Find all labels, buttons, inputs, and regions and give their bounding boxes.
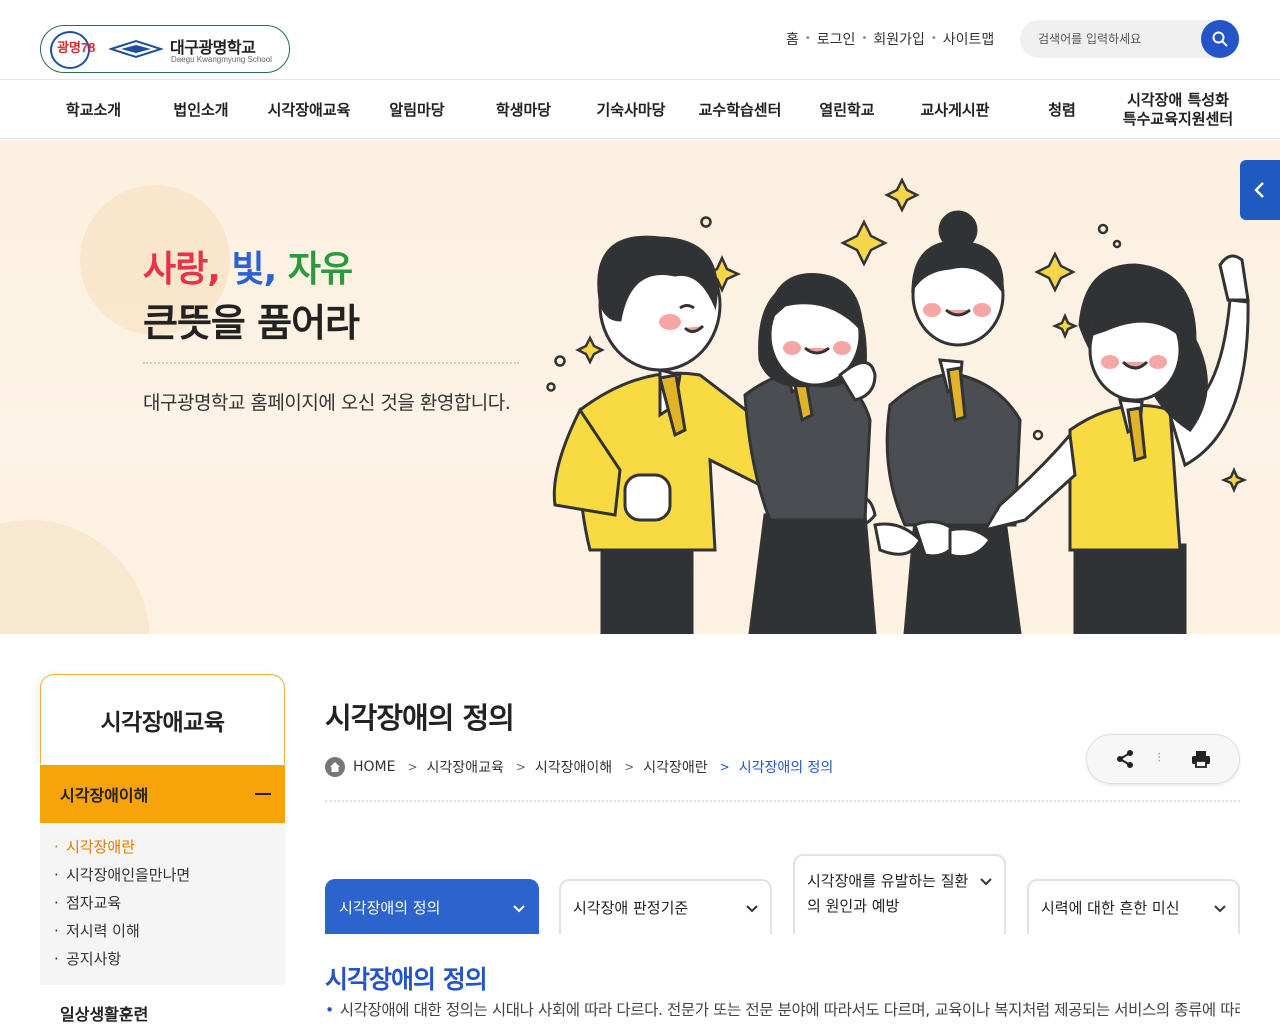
bullet-icon: • [325, 1001, 334, 1019]
lnb-item-label: 시각장애이해 [60, 786, 149, 805]
school-logo[interactable]: 광명78 대구광명학교 Daegu Kwangmyung School [40, 25, 290, 73]
hero-title: 큰뜻을 품어라 [143, 301, 360, 345]
print-icon[interactable] [1191, 750, 1211, 768]
school-name-english: Daegu Kwangmyung School [171, 55, 272, 64]
breadcrumb-current: 시각장애의 정의 [738, 760, 834, 776]
hero-slogan: 사랑, 빛, 자유 [143, 240, 353, 292]
gnb-item-learning-center[interactable]: 교수학습센터 [686, 81, 794, 139]
lnb-title: 시각장애교육 [40, 674, 285, 764]
gnb-item-school-intro[interactable]: 학교소개 [40, 81, 147, 139]
gnb-item-students[interactable]: 학생마당 [471, 81, 576, 139]
slogan-word-freedom: 자유 [287, 249, 353, 290]
tab-label: 시각장애의 정의 [339, 899, 441, 917]
anniversary-badge-text: 광명78 [57, 40, 96, 55]
body-paragraph: • 시각장애에 대한 정의는 시대나 사회에 따라 다르다. 전문가 또는 전문 … [325, 998, 1240, 1020]
lnb-subitem-label: 저시력 이해 [66, 922, 140, 940]
breadcrumb-item[interactable]: 시각장애이해 [535, 757, 612, 777]
breadcrumb-item[interactable]: 시각장애교육 [427, 757, 504, 777]
breadcrumb: HOME > 시각장애교육 > 시각장애이해 > 시각장애란 > 시각장애의 정… [325, 756, 833, 778]
bullet-icon: · [54, 866, 59, 884]
chevron-left-icon [1254, 182, 1264, 198]
chevron-right-icon: > [719, 760, 730, 774]
chevron-right-icon: > [515, 760, 526, 774]
content-divider [325, 800, 1240, 802]
gnb-item-dormitory[interactable]: 기숙사마당 [576, 81, 686, 139]
util-link-join[interactable]: 회원가입 [867, 29, 931, 49]
school-emblem-icon [109, 39, 163, 59]
lnb-subitem-notice[interactable]: · 공지사항 [54, 948, 121, 969]
bullet-icon: · [54, 922, 59, 940]
breadcrumb-home[interactable]: HOME [353, 759, 395, 775]
util-link-login[interactable]: 로그인 [811, 29, 862, 49]
lnb-subitem-braille[interactable]: · 점자교육 [54, 892, 121, 913]
search-icon [1212, 31, 1228, 47]
tab-label: 시력에 대한 흔한 미신 [1041, 899, 1180, 917]
util-link-home[interactable]: 홈 [780, 29, 805, 49]
slogan-comma: , [263, 249, 278, 290]
breadcrumb-item[interactable]: 시각장애란 [643, 757, 707, 777]
bullet-icon: · [54, 838, 59, 856]
quick-menu-toggle[interactable] [1240, 160, 1280, 220]
body-text: 시각장애에 대한 정의는 시대나 사회에 따라 다르다. 전문가 또는 전문 분… [339, 1001, 1240, 1019]
hero-divider [143, 362, 519, 364]
lnb-item-visual-understanding[interactable]: 시각장애이해 [40, 765, 285, 823]
util-link-sitemap[interactable]: 사이트맵 [937, 29, 1001, 49]
gnb-item-integrity[interactable]: 청렴 [1010, 81, 1114, 139]
gnb-item-open-school[interactable]: 열린학교 [794, 81, 900, 139]
tab-causes-prevention[interactable]: 시각장애를 유발하는 질환의 원인과 예방 [793, 854, 1006, 934]
search-button[interactable] [1201, 20, 1239, 58]
collapse-icon [255, 793, 271, 795]
chevron-down-icon [513, 905, 525, 913]
gnb-item-teacher-board[interactable]: 교사게시판 [900, 81, 1010, 139]
search-input[interactable] [1038, 29, 1188, 49]
lnb-subitem-label: 시각장애란 [66, 838, 136, 856]
site-header: 광명78 대구광명학교 Daegu Kwangmyung School 홈 • … [0, 0, 1280, 80]
lnb-subitem-label: 시각장애인을만나면 [66, 866, 191, 884]
chevron-down-icon [980, 878, 992, 886]
section-title: 시각장애의 정의 [325, 965, 488, 994]
lnb-item-daily-living[interactable]: 일상생활훈련 [60, 1001, 148, 1025]
slogan-word-love: 사랑 [143, 249, 208, 290]
students-illustration [546, 177, 1250, 634]
chevron-right-icon: > [407, 760, 418, 774]
utility-links: 홈 • 로그인 • 회원가입 • 사이트맵 [780, 29, 1000, 49]
tab-label: 시각장애 판정기준 [573, 899, 689, 917]
lnb-submenu: · 시각장애란 · 시각장애인을만나면 · 점자교육 · 저시력 이해 · 공지사항 [40, 823, 285, 985]
hero-welcome-text: 대구광명학교 홈페이지에 오신 것을 환영합니다. [143, 392, 511, 414]
tab-label: 시각장애를 유발하는 질환의 원인과 예방 [807, 872, 969, 915]
page-title: 시각장애의 정의 [325, 701, 515, 735]
slogan-word-light: 빛 [231, 249, 264, 290]
gnb-item-notice[interactable]: 알림마당 [363, 81, 471, 139]
chevron-down-icon [1214, 905, 1226, 913]
tab-definition[interactable]: 시각장애의 정의 [325, 879, 539, 934]
divider-dots: ⁝ [1157, 750, 1162, 766]
gnb-item-foundation[interactable]: 법인소개 [147, 81, 255, 139]
lnb-subitem-label: 점자교육 [66, 894, 122, 912]
search-box [1020, 20, 1240, 58]
lnb-subitem-label: 공지사항 [66, 950, 122, 968]
bullet-icon: · [54, 950, 59, 968]
share-icon[interactable] [1115, 749, 1135, 769]
hero-banner: 사랑, 빛, 자유 큰뜻을 품어라 대구광명학교 홈페이지에 오신 것을 환영합… [0, 140, 1280, 634]
hero-decoration [0, 520, 150, 634]
gnb-item-support-center[interactable]: 시각장애 특성화 특수교육지원센터 [1114, 81, 1242, 139]
chevron-right-icon: > [624, 760, 635, 774]
home-icon[interactable] [325, 757, 345, 777]
gnb-item-visual-education[interactable]: 시각장애교육 [255, 81, 363, 139]
share-print-box: ⁝ [1086, 734, 1240, 784]
tab-criteria[interactable]: 시각장애 판정기준 [559, 879, 772, 934]
bullet-icon: · [54, 894, 59, 912]
slogan-comma: , [207, 249, 221, 290]
lnb-subitem-meeting[interactable]: · 시각장애인을만나면 [54, 864, 190, 885]
tab-myths[interactable]: 시력에 대한 흔한 미신 [1027, 879, 1240, 934]
chevron-down-icon [746, 905, 758, 913]
lnb-subitem-visual-impairment[interactable]: · 시각장애란 [54, 836, 135, 857]
lnb-subitem-low-vision[interactable]: · 저시력 이해 [54, 920, 140, 941]
main-navigation: 학교소개 법인소개 시각장애교육 알림마당 학생마당 기숙사마당 교수학습센터 … [0, 81, 1280, 139]
